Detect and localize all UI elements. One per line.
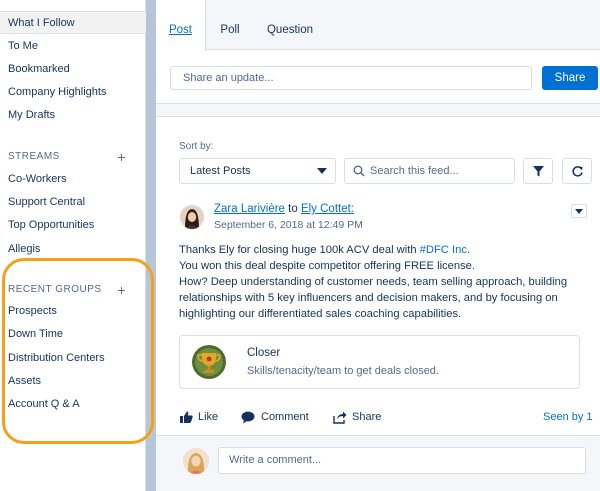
like-label: Like — [198, 411, 219, 423]
sidebar-item-assets[interactable]: Assets — [0, 370, 146, 393]
badge-description: Skills/tenacity/team to get deals closed… — [247, 365, 439, 377]
recipient-link[interactable]: Ely Cottet: — [301, 203, 354, 215]
tab-post[interactable]: Post — [156, 0, 206, 51]
sidebar-item-down-time[interactable]: Down Time — [0, 323, 146, 346]
hashtag-link[interactable]: #DFC Inc — [420, 244, 467, 256]
to-word: to — [288, 203, 298, 215]
search-icon — [353, 165, 365, 177]
sidebar-item-to-me[interactable]: To Me — [0, 35, 146, 58]
sidebar-item-top-opportunities[interactable]: Top Opportunities — [0, 214, 146, 237]
layout-gutter — [146, 0, 156, 491]
post-text: . — [466, 244, 471, 256]
recent-groups-heading: RECENT GROUPS + — [0, 281, 146, 299]
post-body: Thanks Ely for closing huge 100k ACV dea… — [179, 242, 579, 322]
feed-card: Sort by: Latest Posts Search this feed..… — [156, 116, 600, 491]
streams-heading-label: STREAMS — [8, 151, 60, 162]
author-link[interactable]: Zara Larivière — [214, 203, 285, 215]
publisher-tabs: Post Poll Question — [156, 0, 600, 51]
author-avatar[interactable] — [180, 205, 204, 229]
trophy-badge-icon — [192, 345, 226, 379]
post-header: Zara Larivière to Ely Cottet: — [214, 203, 354, 215]
post-text: Thanks Ely for closing huge 100k ACV dea… — [179, 244, 420, 256]
sidebar-item-account-qa[interactable]: Account Q & A — [0, 393, 146, 416]
post-line: How? Deep understanding of customer need… — [179, 276, 568, 288]
post-date[interactable]: September 6, 2018 at 12:49 PM — [214, 219, 363, 231]
sort-select-value: Latest Posts — [190, 165, 251, 177]
share-post-button[interactable]: Share — [333, 409, 381, 425]
refresh-button[interactable] — [562, 158, 592, 184]
comment-button[interactable]: Comment — [241, 409, 309, 425]
filter-icon — [533, 166, 544, 177]
post-line: relationships with 5 key influencers and… — [179, 292, 558, 304]
sidebar-item-prospects[interactable]: Prospects — [0, 300, 146, 323]
sidebar-item-company-highlights[interactable]: Company Highlights — [0, 81, 146, 104]
sidebar-item-bookmarked[interactable]: Bookmarked — [0, 58, 146, 81]
main-feed-area: Post Poll Question Share an update... Sh… — [156, 0, 600, 491]
sidebar-item-co-workers[interactable]: Co-Workers — [0, 168, 146, 191]
feed-sidebar: What I Follow To Me Bookmarked Company H… — [0, 0, 146, 491]
streams-heading: STREAMS + — [0, 148, 146, 166]
post-line: highlighting our differentiated sales co… — [179, 308, 462, 320]
sidebar-item-what-i-follow[interactable]: What I Follow — [0, 11, 146, 34]
share-update-input[interactable]: Share an update... — [170, 66, 532, 90]
refresh-icon — [572, 166, 583, 177]
tab-question[interactable]: Question — [254, 0, 326, 50]
share-label: Share — [352, 411, 382, 423]
tab-poll[interactable]: Poll — [208, 0, 252, 50]
filter-button[interactable] — [523, 158, 553, 184]
comment-icon — [241, 411, 255, 424]
like-button[interactable]: Like — [180, 409, 218, 425]
sidebar-item-distribution-centers[interactable]: Distribution Centers — [0, 347, 146, 370]
current-user-avatar — [183, 448, 209, 474]
share-button[interactable]: Share — [542, 66, 598, 90]
search-feed-input[interactable]: Search this feed... — [344, 158, 515, 184]
thumbs-up-icon — [180, 411, 193, 423]
seen-by-link[interactable]: Seen by 1 — [543, 411, 593, 423]
post-menu-button[interactable] — [571, 204, 587, 218]
chevron-down-icon — [317, 168, 327, 174]
badge-title: Closer — [247, 347, 281, 359]
publisher: Post Poll Question Share an update... Sh… — [156, 0, 600, 104]
add-stream-icon[interactable]: + — [117, 148, 126, 166]
search-feed-placeholder: Search this feed... — [370, 165, 459, 177]
sort-by-label: Sort by: — [179, 141, 214, 152]
badge-card[interactable]: Closer Skills/tenacity/team to get deals… — [179, 335, 580, 389]
comment-bar: Write a comment... — [156, 435, 600, 491]
sort-select[interactable]: Latest Posts — [179, 158, 336, 184]
recent-groups-heading-label: RECENT GROUPS — [8, 284, 102, 295]
comment-input[interactable]: Write a comment... — [218, 447, 586, 474]
sidebar-item-allegis[interactable]: Allegis — [0, 238, 146, 261]
sidebar-item-my-drafts[interactable]: My Drafts — [0, 104, 146, 127]
comment-label: Comment — [261, 411, 309, 423]
sidebar-item-support-central[interactable]: Support Central — [0, 191, 146, 214]
share-icon — [333, 411, 347, 424]
post-line: Thanks Ely for closing huge 100k ACV dea… — [179, 242, 579, 258]
add-group-icon[interactable]: + — [117, 281, 126, 299]
post-line: You won this deal despite competitor off… — [179, 260, 476, 272]
